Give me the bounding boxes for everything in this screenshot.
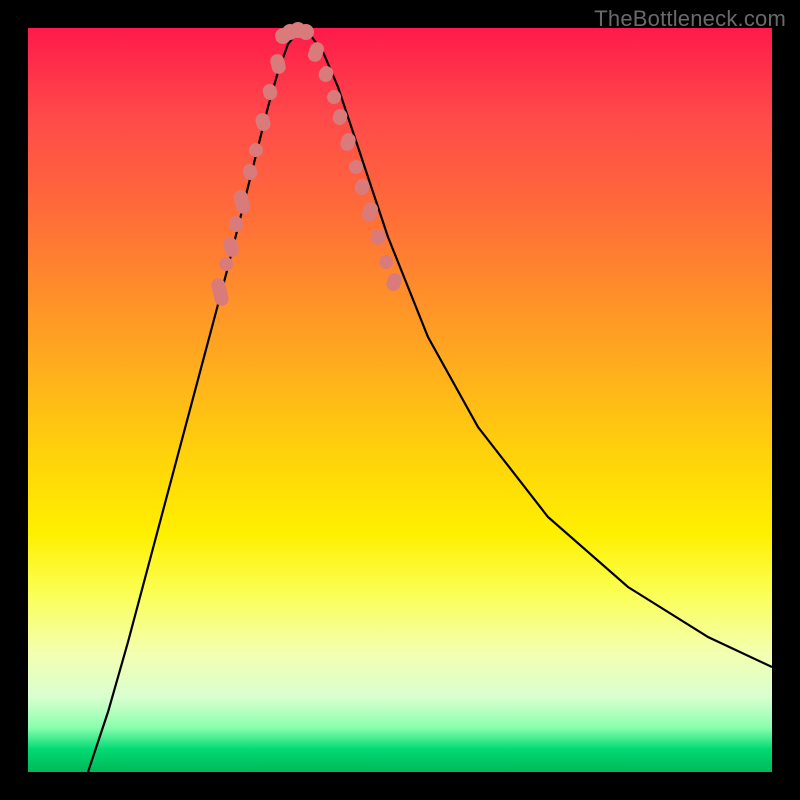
curve-marker	[222, 236, 240, 259]
chart-plot-area	[28, 28, 772, 772]
curve-marker	[298, 24, 314, 40]
curve-marker	[241, 163, 258, 182]
curve-marker	[227, 215, 244, 234]
curve-marker	[248, 142, 265, 159]
curve-marker	[254, 112, 272, 133]
curve-marker	[377, 253, 395, 271]
watermark-text: TheBottleneck.com	[594, 6, 786, 32]
bottleneck-curve	[28, 28, 772, 772]
curve-marker	[317, 64, 336, 84]
curve-marker	[210, 277, 230, 308]
curve-marker	[384, 271, 403, 293]
curve-marker	[306, 40, 326, 64]
curve-marker	[232, 189, 251, 216]
curve-marker	[218, 256, 235, 273]
curve-marker	[369, 227, 388, 247]
curve-marker	[261, 83, 278, 102]
